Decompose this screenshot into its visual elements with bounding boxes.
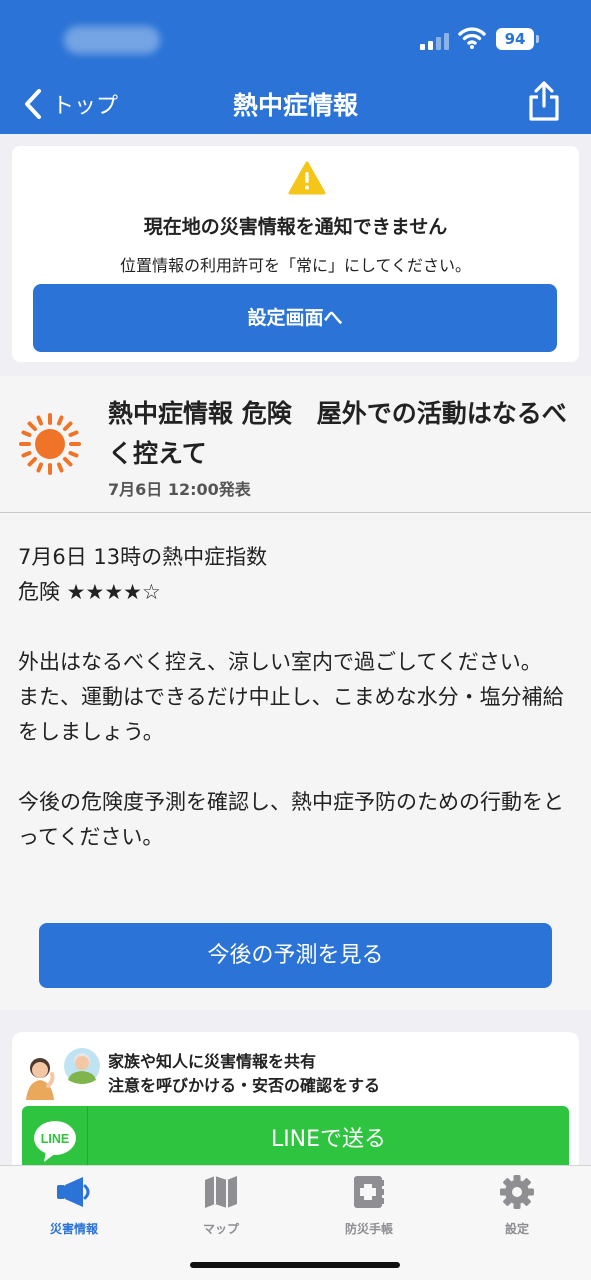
status-time-blurred bbox=[64, 26, 160, 54]
first-aid-book-icon bbox=[354, 1176, 384, 1208]
tab-disaster-notebook[interactable]: 防災手帳 bbox=[309, 1174, 429, 1240]
megaphone-icon bbox=[57, 1177, 90, 1207]
tab-settings[interactable]: 設定 bbox=[457, 1174, 577, 1240]
page-title: 熱中症情報 bbox=[232, 91, 358, 120]
open-settings-button[interactable]: 設定画面へ bbox=[33, 284, 557, 352]
share-title: 家族や知人に災害情報を共有 bbox=[108, 1052, 317, 1071]
heat-info-issued-time: 7月6日 12:00発表 bbox=[108, 480, 251, 499]
heat-advice-paragraph-3: 今後の危険度予測を確認し、熱中症予防のための行動をとってください。 bbox=[18, 790, 564, 849]
tab-map[interactable]: マップ bbox=[161, 1174, 281, 1240]
battery-indicator: 94 bbox=[496, 28, 534, 50]
heat-index-level: 危険 ★★★★☆ bbox=[18, 580, 161, 604]
heat-info-body: 7月6日 13時の熱中症指数 危険 ★★★★☆ 外出はなるべく控え、涼しい室内で… bbox=[18, 540, 578, 855]
share-card: 家族や知人に災害情報を共有 注意を呼びかける・安否の確認をする LINE LIN… bbox=[12, 1032, 579, 1172]
app-header: 94 トップ 熱中症情報 bbox=[0, 0, 591, 134]
map-icon bbox=[205, 1176, 237, 1208]
location-notice-message: 位置情報の利用許可を「常に」にしてください。 bbox=[119, 256, 472, 275]
home-indicator bbox=[190, 1262, 400, 1268]
view-forecast-button[interactable]: 今後の予測を見る bbox=[39, 923, 552, 988]
battery-nub bbox=[536, 35, 539, 43]
cellular-signal-icon bbox=[420, 30, 449, 50]
tab-disaster-notebook-label: 防災手帳 bbox=[344, 1222, 393, 1236]
tab-disaster-info-label: 災害情報 bbox=[49, 1222, 98, 1236]
warning-icon bbox=[288, 161, 326, 195]
location-notice-title: 現在地の災害情報を通知できません bbox=[143, 216, 448, 238]
tab-disaster-info[interactable]: 災害情報 bbox=[14, 1174, 134, 1240]
line-logo-icon: LINE bbox=[34, 1121, 76, 1162]
share-icon[interactable] bbox=[526, 80, 562, 122]
tab-settings-label: 設定 bbox=[504, 1222, 529, 1236]
family-avatars-icon bbox=[26, 1048, 100, 1100]
heat-index-title: 7月6日 13時の熱中症指数 bbox=[18, 545, 268, 569]
gear-icon bbox=[500, 1175, 534, 1209]
heat-advice-paragraph-1: 外出はなるべく控え、涼しい室内で過ごしてください。 bbox=[18, 650, 542, 674]
sun-icon bbox=[19, 413, 81, 475]
send-line-button[interactable]: LINE LINEで送る bbox=[22, 1106, 569, 1172]
heat-advice-paragraph-2: また、運動はできるだけ中止し、こまめな水分・塩分補給をしましょう。 bbox=[18, 685, 564, 744]
svg-text:LINE: LINE bbox=[41, 1132, 69, 1146]
location-notice-card: 現在地の災害情報を通知できません 位置情報の利用許可を「常に」にしてください。 … bbox=[12, 146, 579, 362]
tab-map-label: マップ bbox=[202, 1222, 239, 1236]
wifi-icon bbox=[458, 27, 486, 49]
line-logo-area: LINE bbox=[22, 1106, 88, 1172]
share-subtitle: 注意を呼びかける・安否の確認をする bbox=[108, 1076, 381, 1095]
divider bbox=[0, 512, 591, 513]
heat-info-headline: 熱中症情報 危険 屋外での活動はなるべく控えて bbox=[108, 399, 567, 468]
line-button-label: LINEで送る bbox=[270, 1127, 387, 1152]
